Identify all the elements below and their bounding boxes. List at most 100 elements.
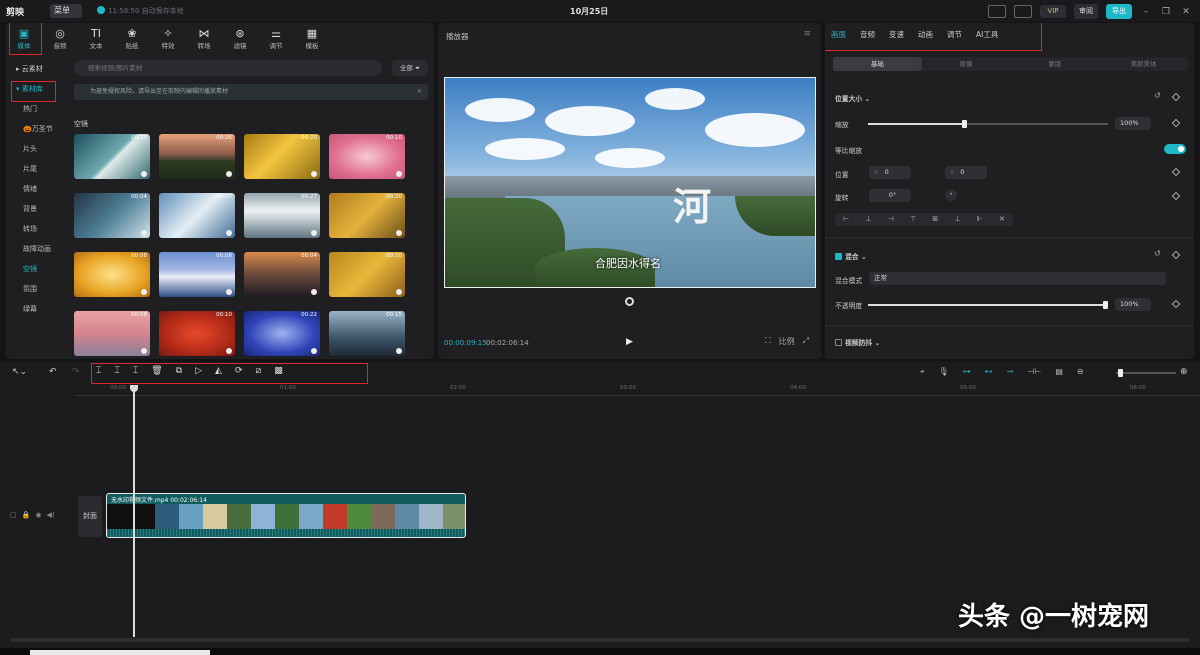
sidebar-cloud[interactable]: ▸ 云素材 xyxy=(10,59,64,79)
sidebar-item[interactable]: 片头 xyxy=(10,139,64,159)
search-input[interactable]: 搜索视频/图片素材 xyxy=(74,60,382,76)
position-y-field[interactable]: Y 0 xyxy=(945,166,987,179)
link-icon[interactable]: ⊶ xyxy=(963,367,971,377)
sidebar-item[interactable]: 转场 xyxy=(10,219,64,239)
close-icon[interactable]: ✕ xyxy=(1180,7,1192,17)
select-icon[interactable]: ↖⌄ xyxy=(12,367,27,377)
checkbox-icon[interactable] xyxy=(835,339,842,346)
align-icon[interactable]: ⊞ xyxy=(932,213,938,226)
magnet-icon[interactable]: ⊷ xyxy=(985,367,993,377)
keyframe-icon[interactable] xyxy=(1171,118,1181,128)
sidebar-item[interactable]: 背景 xyxy=(10,199,64,219)
sidebar-item[interactable]: 片尾 xyxy=(10,159,64,179)
scale-slider[interactable] xyxy=(868,120,1108,128)
section-blend[interactable]: 混合 ⌄ xyxy=(835,251,867,261)
zoom-out-icon[interactable]: ⊖ xyxy=(1077,367,1084,377)
time-ruler[interactable]: 00:00 01:00 02:00 03:00 04:00 05:00 06:00 xyxy=(76,384,1200,396)
playhead[interactable] xyxy=(130,385,138,637)
tool-6[interactable]: ⊛ 滤镜 xyxy=(222,23,258,53)
sidebar-item[interactable]: 故障动画 xyxy=(10,239,64,259)
sidebar-item[interactable]: 热门 xyxy=(10,99,64,119)
keyframe-icon[interactable] xyxy=(1171,167,1181,177)
checkbox-icon[interactable] xyxy=(835,253,842,260)
layout-icon[interactable] xyxy=(1014,5,1032,18)
tool-7[interactable]: ⚌ 调节 xyxy=(258,23,294,53)
sidebar-item[interactable]: 绿幕 xyxy=(10,299,64,319)
fullscreen-icon[interactable]: ⤢ xyxy=(803,336,809,347)
download-icon[interactable] xyxy=(226,348,232,354)
blend-mode-select[interactable]: 正常 xyxy=(869,272,1166,285)
align-icon[interactable]: ⊩ xyxy=(977,213,983,226)
download-icon[interactable] xyxy=(141,171,147,177)
keyframe-icon[interactable] xyxy=(1171,299,1181,309)
keyboard-icon[interactable] xyxy=(988,5,1006,18)
rotate-dial-icon[interactable]: • xyxy=(945,189,957,201)
subtab-0[interactable]: 基础 xyxy=(833,57,922,71)
media-thumbnail[interactable]: 00:26 xyxy=(159,134,235,179)
opacity-slider[interactable] xyxy=(868,301,1108,309)
position-x-field[interactable]: X 0 xyxy=(869,166,911,179)
review-button[interactable]: 审阅 xyxy=(1074,4,1098,19)
subtab-2[interactable]: 蒙版 xyxy=(1011,57,1100,71)
opacity-value[interactable]: 100% xyxy=(1115,298,1151,311)
media-thumbnail[interactable]: 00:08 xyxy=(159,252,235,297)
eye-icon[interactable]: ◉ xyxy=(35,511,41,519)
sidebar-item[interactable]: 氛围 xyxy=(10,279,64,299)
download-icon[interactable] xyxy=(396,348,402,354)
keyframe-icon[interactable] xyxy=(1171,191,1181,201)
cover-button[interactable]: 封面 xyxy=(78,496,102,537)
media-thumbnail[interactable]: 00:15 xyxy=(329,311,405,356)
ai-icon[interactable]: ⌖ xyxy=(920,367,925,377)
download-icon[interactable] xyxy=(141,230,147,236)
align-icon[interactable]: ⊥ xyxy=(954,213,960,226)
sidebar-item[interactable]: 🎃万圣节 xyxy=(10,119,64,139)
ratio-button[interactable]: 比例 xyxy=(779,336,795,347)
media-thumbnail[interactable]: 00:10 xyxy=(159,311,235,356)
media-thumbnail[interactable]: 00:22 xyxy=(244,311,320,356)
redo-icon[interactable]: ↷ xyxy=(72,367,80,377)
section-stabilize[interactable]: 视频防抖 ⌄ xyxy=(835,337,880,347)
sidebar-item[interactable]: 情绪 xyxy=(10,179,64,199)
tool-2[interactable]: TI 文本 xyxy=(78,23,114,53)
menu-icon[interactable]: ≡ xyxy=(803,29,811,39)
download-icon[interactable] xyxy=(311,289,317,295)
media-thumbnail[interactable]: 00:10 xyxy=(329,252,405,297)
zoom-slider[interactable] xyxy=(1116,369,1176,377)
download-icon[interactable] xyxy=(396,230,402,236)
timeline-scrollbar[interactable] xyxy=(10,638,1190,642)
keyframe-icon[interactable] xyxy=(1171,250,1181,260)
section-position-size[interactable]: 位置大小 ⌄ xyxy=(835,93,870,103)
rotate-field[interactable]: 0° xyxy=(869,189,911,202)
tool-4[interactable]: ✧ 特效 xyxy=(150,23,186,53)
media-thumbnail[interactable]: 00:08 xyxy=(74,252,150,297)
reset-icon[interactable]: ↺ xyxy=(1154,91,1161,100)
download-icon[interactable] xyxy=(311,171,317,177)
align-icon[interactable]: ⊢ xyxy=(843,213,849,226)
vip-badge[interactable]: VIP xyxy=(1040,5,1066,18)
scale-value[interactable]: 100% xyxy=(1115,117,1151,130)
subtab-1[interactable]: 抠像 xyxy=(922,57,1011,71)
media-thumbnail[interactable]: 00:27 xyxy=(244,193,320,238)
fit-icon[interactable]: ⛶ xyxy=(765,336,771,347)
tool-8[interactable]: ▦ 模板 xyxy=(294,23,330,53)
media-thumbnail[interactable]: 00:20 xyxy=(244,134,320,179)
media-thumbnail[interactable]: 00:08 xyxy=(74,311,150,356)
tool-5[interactable]: ⋈ 转场 xyxy=(186,23,222,53)
play-button[interactable]: ▶ xyxy=(626,337,633,347)
filter-dropdown[interactable]: 全部 ⏷ xyxy=(392,60,428,76)
track-view-icon[interactable]: ▢ xyxy=(10,511,17,519)
undo-icon[interactable]: ↶ xyxy=(49,367,57,377)
sidebar-item[interactable]: 空镜 xyxy=(10,259,64,279)
close-icon[interactable]: ✕ xyxy=(417,84,422,100)
download-icon[interactable] xyxy=(311,348,317,354)
download-icon[interactable] xyxy=(396,171,402,177)
media-thumbnail[interactable]: 00:20 xyxy=(329,193,405,238)
subtab-3[interactable]: 美颜美体 xyxy=(1099,57,1188,71)
align-icon[interactable]: ⊥ xyxy=(865,213,871,226)
maximize-icon[interactable]: ❐ xyxy=(1160,7,1172,17)
tool-3[interactable]: ❀ 贴纸 xyxy=(114,23,150,53)
download-icon[interactable] xyxy=(141,289,147,295)
tool-1[interactable]: ◎ 音频 xyxy=(42,23,78,53)
download-icon[interactable] xyxy=(141,348,147,354)
reset-icon[interactable]: ↺ xyxy=(1154,249,1161,258)
